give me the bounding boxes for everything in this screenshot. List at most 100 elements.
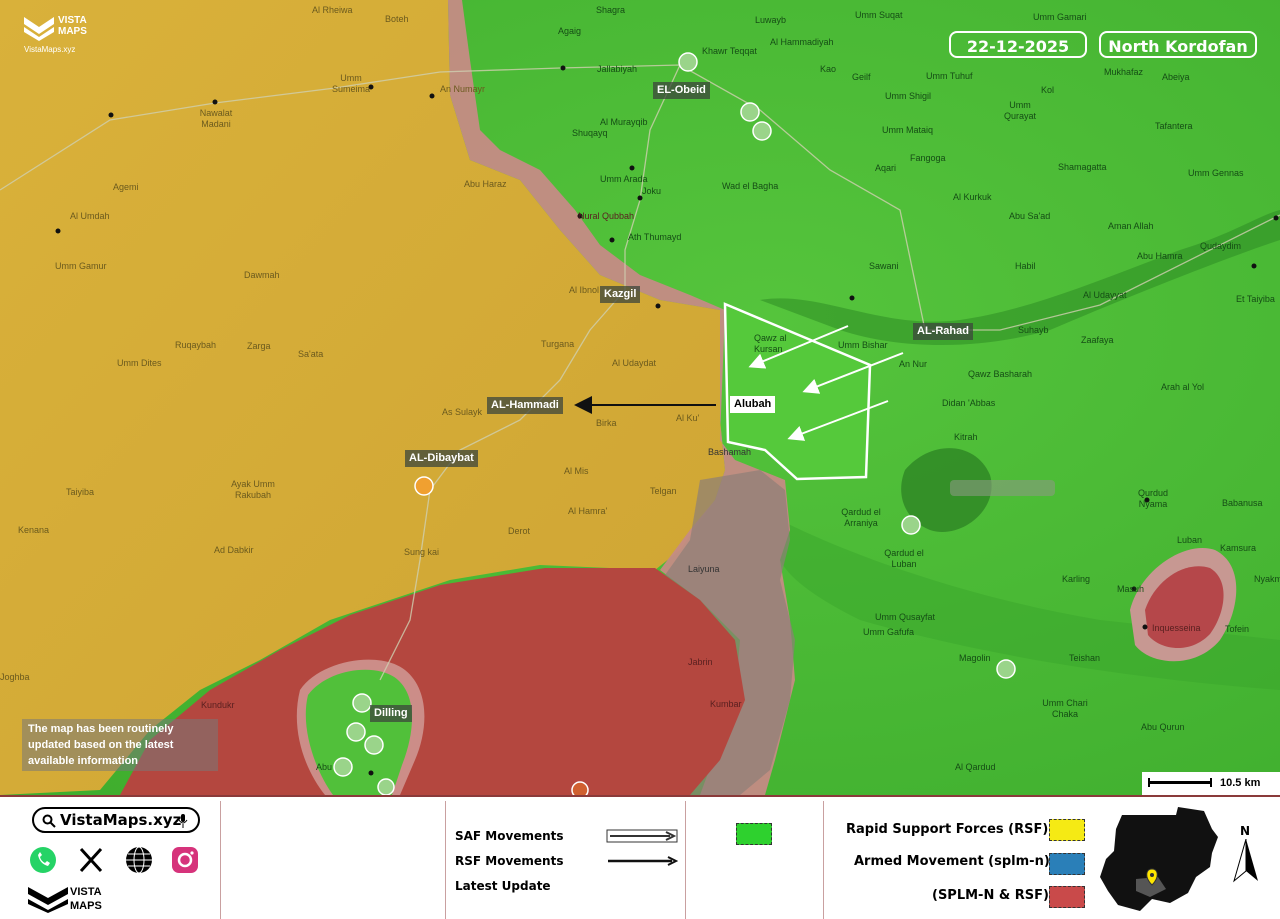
place-label: Abeiya (1162, 72, 1190, 82)
site-link-text: VistaMaps.xyz (60, 811, 182, 829)
place-label: Karling (1062, 574, 1091, 584)
place-label: Laiyuna (688, 564, 720, 574)
scale-label: 10.5 km (1220, 777, 1261, 789)
place-label: Luwayb (755, 15, 787, 25)
place-label: Qardud el Arraniya (841, 507, 881, 528)
place-label: Al Udaydat (612, 358, 657, 368)
place-label: Agaig (558, 26, 582, 36)
place-label: Ath Thumayd (628, 232, 682, 242)
place-label: Abu (316, 762, 333, 772)
conflict-map[interactable]: VISTA MAPS VistaMaps.xyz 22-12-2025 Nort… (0, 0, 1280, 795)
footer-logo: VISTA MAPS (28, 885, 102, 917)
place-label: As Sulayk (442, 407, 483, 417)
scale-bar: 10.5 km (1142, 772, 1280, 795)
legend-rsf-movements: RSF Movements (455, 854, 564, 868)
place-label: Umm Qurayat (1003, 100, 1036, 121)
place-label: Zaafaya (1081, 335, 1114, 345)
place-label: Fangoga (910, 153, 946, 163)
vista-logo-icon (24, 17, 54, 41)
place-label: Umm Qusayfat (875, 612, 936, 622)
legend-latest-update: Latest Update (455, 879, 551, 893)
legend-joint: (SPLM-N & RSF) (932, 888, 1049, 903)
place-label: Al Murayqib (600, 117, 648, 127)
place-label: Shagra (596, 5, 626, 15)
redacted-label (950, 480, 1055, 496)
place-label: Al Hammadiyah (770, 37, 834, 47)
divider (220, 801, 221, 919)
place-label: Luban (1177, 535, 1203, 545)
divider (685, 801, 686, 919)
place-label: Abu Haraz (464, 179, 507, 189)
place-label: Qudaydim (1200, 241, 1242, 251)
plate-al-hammadi[interactable]: AL-Hammadi (487, 397, 563, 414)
place-label: Qawz al Kursan (754, 333, 787, 354)
place-label: Umm Tuhuf (926, 71, 973, 81)
place-label: Tofein (1225, 624, 1250, 634)
place-label: Qawz Basharah (968, 369, 1033, 379)
place-label: Zarga (247, 341, 271, 351)
legend-saf-movements: SAF Movements (455, 829, 564, 843)
place-label: Jallabiyah (597, 64, 638, 74)
place-label: Khawr Teqqat (702, 46, 757, 56)
place-label: Masuh (1117, 584, 1145, 594)
place-label: Ruqaybah (175, 340, 217, 350)
legend-footer: VistaMaps.xyz VISTA MAPS SAF Movements R… (0, 795, 1280, 919)
place-label: Bashamah (708, 447, 752, 457)
rsf-swatch (1049, 819, 1085, 841)
place-label: Sung kai (404, 547, 440, 557)
place-label: Et Taiyiba (1236, 294, 1275, 304)
footer-brand: VISTA MAPS (70, 885, 102, 913)
divider (823, 801, 824, 919)
plate-kazgil[interactable]: Kazgil (600, 286, 641, 303)
place-label: Teishan (1069, 653, 1101, 663)
microphone-icon[interactable] (178, 814, 188, 828)
plate-alubah[interactable]: Alubah (730, 396, 776, 413)
place-label: Umm Gafufa (863, 627, 915, 637)
place-label: Umm Suqat (855, 10, 903, 20)
place-label: Shamagatta (1058, 162, 1107, 172)
place-label: Arah al Yol (1161, 382, 1205, 392)
place-label: Al Mis (564, 466, 589, 476)
site-link[interactable]: VistaMaps.xyz (32, 807, 200, 833)
x-icon[interactable] (76, 845, 106, 875)
place-label: Joghba (0, 672, 30, 682)
place-label: Nural Qubbah (578, 211, 635, 221)
legend-splm-n: Armed Movement (splm-n) (854, 854, 1050, 869)
update-notice: The map has been routinely updated based… (22, 719, 218, 771)
place-label: Kundukr (201, 700, 235, 710)
place-label: Turgana (541, 339, 575, 349)
place-label: Al Umdah (70, 211, 110, 221)
place-label: Sa'ata (298, 349, 324, 359)
place-label: Umm Gamur (55, 261, 107, 271)
plate-el-obeid[interactable]: EL-Obeid (653, 82, 710, 99)
globe-icon[interactable] (124, 845, 154, 875)
place-label: Suhayb (1018, 325, 1049, 335)
place-label: Umm Dites (117, 358, 162, 368)
place-label: Mukhafaz (1104, 67, 1144, 77)
place-label: Kitrah (954, 432, 978, 442)
footer-brand-line1: VISTA (70, 886, 102, 898)
date-badge: 22-12-2025 (949, 31, 1087, 58)
place-label: Umm Bishar (838, 340, 888, 350)
whatsapp-icon[interactable] (28, 845, 58, 875)
place-label: Abu Sa'ad (1009, 211, 1051, 221)
place-label: Jabrin (688, 657, 713, 667)
place-label: Babanusa (1222, 498, 1263, 508)
place-label: Didan 'Abbas (942, 398, 996, 408)
instagram-icon[interactable] (170, 845, 200, 875)
place-label: Umm Chari Chaka (1042, 698, 1088, 719)
place-label: Habil (1015, 261, 1036, 271)
plate-dilling[interactable]: Dilling (370, 705, 412, 722)
place-label: Kao (820, 64, 837, 74)
plate-al-rahad[interactable]: AL-Rahad (913, 323, 973, 340)
place-label: Al Rheiwa (312, 5, 353, 15)
place-label: Kol (1041, 85, 1055, 95)
place-label: Taiyiba (66, 487, 95, 497)
sudan-inset-map (1100, 807, 1218, 911)
region-badge: North Kordofan (1099, 31, 1257, 58)
plate-al-dibaybat[interactable]: AL-Dibaybat (405, 450, 478, 467)
place-label: Al Udayyat (1083, 290, 1127, 300)
place-label: Geilf (852, 72, 871, 82)
compass-label: N (1240, 824, 1251, 838)
place-label: Aqari (875, 163, 897, 173)
